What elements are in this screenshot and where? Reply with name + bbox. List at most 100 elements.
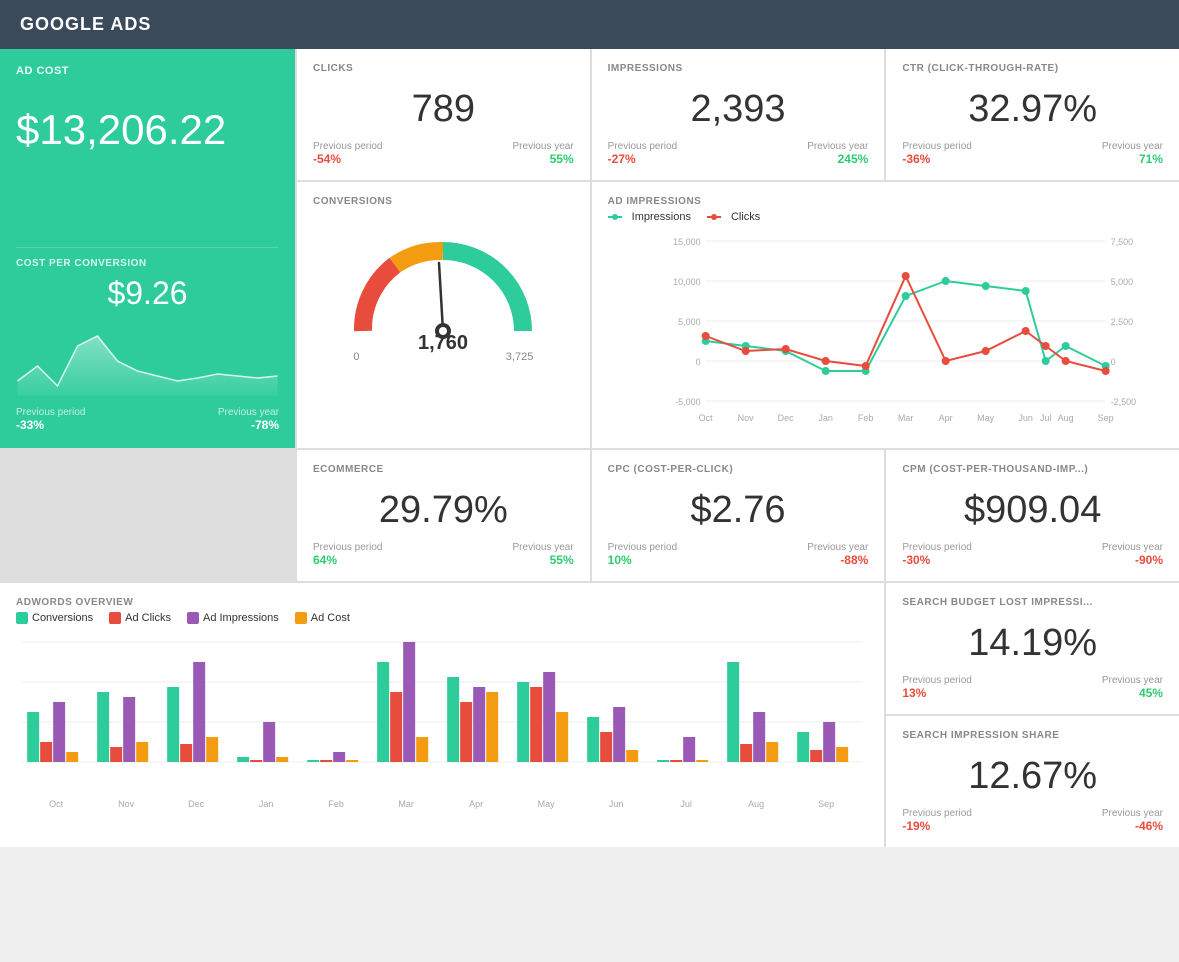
adwords-overview-card: ADWORDS OVERVIEW Conversions Ad Clicks A… [0,583,884,847]
legend-ad-clicks: Ad Clicks [109,612,171,624]
ecommerce-value: 29.79% [313,479,574,538]
clicks-label: CLICKS [313,63,574,74]
search-budget-period-row: Previous period 13% Previous year 45% [902,675,1163,700]
svg-text:May: May [977,413,995,423]
search-budget-py-label: Previous year [1102,675,1163,686]
search-budget-value: 14.19% [902,612,1163,671]
ctr-period-row: Previous period -36% Previous year 71% [902,141,1163,166]
ctr-py-label: Previous year [1102,141,1163,152]
cpc-py-pct: -88% [807,553,868,567]
impressions-pp-pct: -27% [608,152,677,166]
ecommerce-pp-label: Previous period [313,542,382,553]
gauge-container: 1,760 0 3,725 [313,211,574,373]
svg-text:Mar: Mar [398,799,414,809]
page-title: GOOGLE ADS [20,14,151,34]
clicks-py-label: Previous year [513,141,574,152]
search-budget-card: SEARCH BUDGET LOST IMPRESSI... 14.19% Pr… [886,583,1179,714]
legend-ad-impressions: Ad Impressions [187,612,279,624]
ecommerce-py-label: Previous year [513,542,574,553]
cpc-value: $2.76 [608,479,869,538]
svg-text:Oct: Oct [698,413,713,423]
clicks-pp-pct: -54% [313,152,382,166]
svg-text:Feb: Feb [858,413,874,423]
svg-text:-5,000: -5,000 [675,397,701,407]
adwords-overview-chart: Oct Nov Dec Jan Feb Mar Apr May Jun Jul … [16,632,868,812]
gauge-min: 0 [353,351,359,363]
legend-ad-cost: Ad Cost [295,612,350,624]
impressions-label: IMPRESSIONS [608,63,869,74]
cpc-card: CPC (COST-PER-CLICK) $2.76 Previous peri… [592,450,885,581]
search-impression-value: 12.67% [902,745,1163,804]
clicks-card: CLICKS 789 Previous period -54% Previous… [297,49,590,180]
cpc-pp-pct: 10% [608,553,677,567]
svg-text:Nov: Nov [737,413,754,423]
ctr-value: 32.97% [902,78,1163,137]
ad-cost-previous-period-label: Previous period [16,407,85,418]
ad-cost-card: AD COST $13,206.22 COST PER CONVERSION $… [0,49,295,448]
cpm-pp-label: Previous period [902,542,971,553]
sparkline-chart [16,326,279,399]
cpm-label: CPM (COST-PER-THOUSAND-IMP...) [902,464,1163,475]
svg-text:Sep: Sep [1097,413,1113,423]
ad-cost-previous-year-pct: -78% [218,418,279,432]
legend-conversions: Conversions [16,612,93,624]
svg-text:Apr: Apr [469,799,483,809]
svg-text:Jan: Jan [259,799,274,809]
svg-text:Apr: Apr [938,413,952,423]
adwords-overview-label: ADWORDS OVERVIEW [16,597,868,608]
cpm-py-label: Previous year [1102,542,1163,553]
page-header: GOOGLE ADS [0,0,1179,49]
ctr-pp-pct: -36% [902,152,971,166]
cpc-period-row: Previous period 10% Previous year -88% [608,542,869,567]
svg-text:15,000: 15,000 [673,237,701,247]
svg-text:2,500: 2,500 [1110,317,1133,327]
search-impression-py-pct: -46% [1102,819,1163,833]
svg-text:Feb: Feb [328,799,344,809]
clicks-pp-label: Previous period [313,141,382,152]
search-cards: SEARCH BUDGET LOST IMPRESSI... 14.19% Pr… [886,583,1179,847]
ecommerce-py-pct: 55% [513,553,574,567]
svg-text:Oct: Oct [49,799,64,809]
svg-text:Jan: Jan [818,413,833,423]
cost-per-conversion-value: $9.26 [16,269,279,318]
ecommerce-period-row: Previous period 64% Previous year 55% [313,542,574,567]
cpc-label: CPC (COST-PER-CLICK) [608,464,869,475]
svg-text:-2,500: -2,500 [1110,397,1136,407]
impressions-pp-label: Previous period [608,141,677,152]
ecommerce-label: ECOMMERCE [313,464,574,475]
svg-text:Dec: Dec [777,413,794,423]
ad-cost-period-row: Previous period -33% Previous year -78% [16,407,279,432]
adwords-overview-legend: Conversions Ad Clicks Ad Impressions Ad … [16,612,868,624]
svg-text:7,500: 7,500 [1110,237,1133,247]
ad-cost-previous-year-label: Previous year [218,407,279,418]
svg-text:Jun: Jun [1018,413,1033,423]
conversions-label: CONVERSIONS [313,196,574,207]
ad-cost-label: AD COST [16,65,279,77]
search-impression-label: SEARCH IMPRESSION SHARE [902,730,1163,741]
impressions-py-label: Previous year [807,141,868,152]
legend-impressions-label: Impressions [632,211,691,223]
svg-text:Sep: Sep [818,799,834,809]
svg-text:0: 0 [695,357,700,367]
cpm-period-row: Previous period -30% Previous year -90% [902,542,1163,567]
search-impression-card: SEARCH IMPRESSION SHARE 12.67% Previous … [886,716,1179,847]
ad-impressions-legend: Impressions Clicks [608,211,1163,223]
ad-cost-previous-period-pct: -33% [16,418,85,432]
impressions-period-row: Previous period -27% Previous year 245% [608,141,869,166]
cost-per-conversion-label: COST PER CONVERSION [16,258,279,269]
svg-text:5,000: 5,000 [678,317,701,327]
search-impression-pp-pct: -19% [902,819,971,833]
gauge-max: 3,725 [506,351,534,363]
svg-text:0: 0 [1110,357,1115,367]
clicks-value: 789 [313,78,574,137]
legend-clicks: Clicks [707,211,760,223]
search-budget-pp-pct: 13% [902,686,971,700]
search-impression-py-label: Previous year [1102,808,1163,819]
ecommerce-card: ECOMMERCE 29.79% Previous period 64% Pre… [297,450,590,581]
search-budget-pp-label: Previous period [902,675,971,686]
search-impression-pp-label: Previous period [902,808,971,819]
cpm-value: $909.04 [902,479,1163,538]
clicks-py-pct: 55% [513,152,574,166]
cpm-py-pct: -90% [1102,553,1163,567]
legend-impressions: Impressions [608,211,691,223]
